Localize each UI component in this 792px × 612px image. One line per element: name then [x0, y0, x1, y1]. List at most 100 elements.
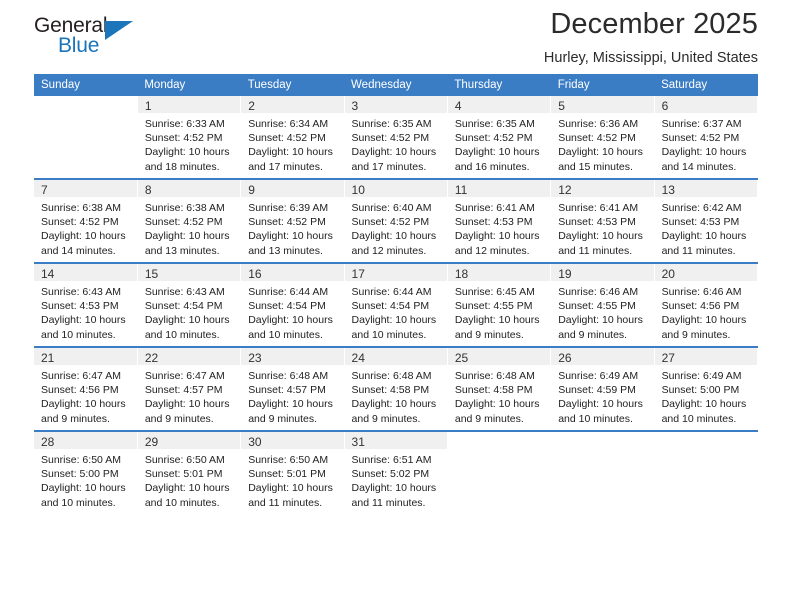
day-details: Sunrise: 6:41 AM Sunset: 4:53 PM Daylight:…: [551, 197, 653, 258]
daylight-text-line2: and 9 minutes.: [248, 412, 318, 425]
day-number: 17: [351, 267, 365, 281]
calendar-day-cell[interactable]: 29 Sunrise: 6:50 AM Sunset: 5:01 PM Dayligh…: [137, 430, 242, 514]
day-number: 4: [454, 99, 462, 113]
day-number: 3: [351, 99, 359, 113]
calendar-day-cell[interactable]: 6 Sunrise: 6:37 AM Sunset: 4:52 PM Daylight…: [654, 96, 759, 179]
day-details: Sunrise: 6:48 AM Sunset: 4:57 PM Daylight:…: [241, 365, 343, 426]
sunset-text: Sunset: 4:58 PM: [351, 384, 430, 397]
daylight-text-line2: and 13 minutes.: [144, 244, 220, 257]
daylight-text-line1: Daylight: 10 hours: [41, 314, 126, 327]
calendar-day-cell[interactable]: 4 Sunrise: 6:35 AM Sunset: 4:52 PM Daylight…: [447, 96, 552, 179]
calendar-day-cell[interactable]: 28 Sunrise: 6:50 AM Sunset: 5:00 PM Dayligh…: [34, 430, 138, 514]
page-title: December 2025: [550, 8, 758, 40]
sunrise-text: Sunrise: 6:35 AM: [454, 118, 535, 130]
day-details: Sunrise: 6:35 AM Sunset: 4:52 PM Daylight:…: [448, 113, 550, 174]
calendar-day-cell[interactable]: 9 Sunrise: 6:39 AM Sunset: 4:52 PM Daylight…: [240, 178, 345, 263]
calendar-day-cell[interactable]: 10 Sunrise: 6:40 AM Sunset: 4:52 PM Dayligh…: [344, 178, 448, 263]
daylight-text-line1: Daylight: 10 hours: [351, 482, 437, 495]
day-number-band: 29: [137, 432, 241, 449]
sunset-text: Sunset: 5:00 PM: [41, 468, 119, 481]
calendar-day-cell[interactable]: 16 Sunrise: 6:44 AM Sunset: 4:54 PM Dayligh…: [240, 262, 345, 347]
calendar-day-cell[interactable]: 15 Sunrise: 6:43 AM Sunset: 4:54 PM Dayligh…: [137, 262, 242, 347]
sunrise-text: Sunrise: 6:48 AM: [248, 370, 329, 382]
daylight-text-line2: and 11 minutes.: [661, 244, 736, 257]
daylight-text-line2: and 18 minutes.: [144, 160, 220, 173]
calendar-day-cell[interactable]: 7 Sunrise: 6:38 AM Sunset: 4:52 PM Daylight…: [34, 178, 138, 263]
calendar-day-cell[interactable]: 12 Sunrise: 6:41 AM Sunset: 4:53 PM Dayligh…: [550, 178, 655, 263]
day-number: 14: [41, 267, 55, 281]
calendar-day-cell[interactable]: 3 Sunrise: 6:35 AM Sunset: 4:52 PM Daylight…: [344, 96, 448, 179]
day-number-band: 31: [344, 432, 447, 449]
sunset-text: Sunset: 4:57 PM: [144, 384, 223, 397]
calendar-day-cell[interactable]: 19 Sunrise: 6:46 AM Sunset: 4:55 PM Dayligh…: [550, 262, 655, 347]
day-details: Sunrise: 6:48 AM Sunset: 4:58 PM Daylight:…: [448, 365, 550, 426]
day-details: Sunrise: 6:51 AM Sunset: 5:02 PM Daylight:…: [345, 449, 447, 510]
sunrise-text: Sunrise: 6:40 AM: [351, 202, 432, 214]
calendar-day-cell[interactable]: 26 Sunrise: 6:49 AM Sunset: 4:59 PM Dayligh…: [550, 346, 655, 431]
calendar-day-cell[interactable]: 27 Sunrise: 6:49 AM Sunset: 5:00 PM Dayligh…: [654, 346, 759, 431]
calendar-day-cell[interactable]: 8 Sunrise: 6:38 AM Sunset: 4:52 PM Daylight…: [137, 178, 242, 263]
daylight-text-line2: and 15 minutes.: [558, 160, 633, 173]
daylight-text-line1: Daylight: 10 hours: [144, 482, 230, 495]
calendar-body: 1 Sunrise: 6:33 AM Sunset: 4:52 PM Daylight…: [34, 96, 759, 514]
calendar-day-cell[interactable]: 11 Sunrise: 6:41 AM Sunset: 4:53 PM Dayligh…: [447, 178, 552, 263]
calendar-day-cell[interactable]: 18 Sunrise: 6:45 AM Sunset: 4:55 PM Dayligh…: [447, 262, 552, 347]
calendar-day-cell[interactable]: 13 Sunrise: 6:42 AM Sunset: 4:53 PM Dayligh…: [654, 178, 759, 263]
daylight-text-line2: and 16 minutes.: [454, 160, 530, 173]
sunrise-text: Sunrise: 6:38 AM: [144, 202, 225, 214]
calendar-day-cell[interactable]: 17 Sunrise: 6:44 AM Sunset: 4:54 PM Dayligh…: [344, 262, 448, 347]
sunrise-text: Sunrise: 6:50 AM: [41, 454, 121, 466]
sunset-text: Sunset: 4:52 PM: [351, 132, 430, 145]
sunset-text: Sunset: 4:52 PM: [248, 216, 326, 229]
day-number-band: [34, 96, 137, 113]
daylight-text-line1: Daylight: 10 hours: [351, 146, 437, 159]
calendar-day-cell[interactable]: 1 Sunrise: 6:33 AM Sunset: 4:52 PM Daylight…: [137, 96, 242, 179]
logo-triangle-icon: [105, 21, 133, 40]
calendar-day-cell[interactable]: 25 Sunrise: 6:48 AM Sunset: 4:58 PM Dayligh…: [447, 346, 552, 431]
general-blue-logo[interactable]: General Blue: [34, 14, 154, 70]
day-details: Sunrise: 6:36 AM Sunset: 4:52 PM Daylight:…: [551, 113, 653, 174]
daylight-text-line2: and 14 minutes.: [661, 160, 737, 173]
sunset-text: Sunset: 4:54 PM: [248, 300, 326, 313]
day-number-band: [447, 432, 551, 449]
calendar-day-cell[interactable]: 5 Sunrise: 6:36 AM Sunset: 4:52 PM Daylight…: [550, 96, 655, 179]
daylight-text-line1: Daylight: 10 hours: [41, 230, 126, 243]
day-number-band: 26: [551, 348, 654, 365]
title-block: December 2025 Hurley, Mississippi, Unite…: [154, 6, 758, 68]
calendar-day-cell[interactable]: 14 Sunrise: 6:43 AM Sunset: 4:53 PM Dayligh…: [34, 262, 138, 347]
calendar-day-cell[interactable]: 24 Sunrise: 6:48 AM Sunset: 4:58 PM Dayligh…: [344, 346, 448, 431]
sunset-text: Sunset: 4:52 PM: [454, 132, 533, 145]
day-number: 5: [558, 99, 565, 113]
day-number-band: 8: [137, 180, 241, 197]
sunset-text: Sunset: 4:56 PM: [41, 384, 119, 397]
daylight-text-line2: and 10 minutes.: [351, 328, 427, 341]
weekday-header-row: Sunday Monday Tuesday Wednesday Thursday…: [34, 74, 758, 96]
weekday-header-thursday: Thursday: [447, 74, 551, 96]
calendar-day-cell[interactable]: 23 Sunrise: 6:48 AM Sunset: 4:57 PM Dayligh…: [240, 346, 345, 431]
calendar-day-cell[interactable]: 31 Sunrise: 6:51 AM Sunset: 5:02 PM Dayligh…: [344, 430, 448, 514]
day-number-band: [654, 432, 757, 449]
weekday-header-monday: Monday: [137, 74, 241, 96]
day-details: Sunrise: 6:46 AM Sunset: 4:56 PM Daylight:…: [655, 281, 757, 342]
calendar-day-cell[interactable]: 2 Sunrise: 6:34 AM Sunset: 4:52 PM Daylight…: [240, 96, 345, 179]
day-number-band: 2: [241, 96, 344, 113]
day-details: [551, 449, 653, 453]
daylight-text-line1: Daylight: 10 hours: [144, 314, 230, 327]
daylight-text-line2: and 10 minutes.: [661, 412, 737, 425]
calendar-day-cell[interactable]: 21 Sunrise: 6:47 AM Sunset: 4:56 PM Dayligh…: [34, 346, 138, 431]
calendar-day-cell[interactable]: 22 Sunrise: 6:47 AM Sunset: 4:57 PM Dayligh…: [137, 346, 242, 431]
day-number: 2: [248, 99, 255, 113]
calendar-day-cell[interactable]: 20 Sunrise: 6:46 AM Sunset: 4:56 PM Dayligh…: [654, 262, 759, 347]
daylight-text-line2: and 11 minutes.: [351, 496, 426, 509]
calendar-week-row: 7 Sunrise: 6:38 AM Sunset: 4:52 PM Daylight…: [34, 178, 759, 263]
sunset-text: Sunset: 5:00 PM: [661, 384, 740, 397]
sunset-text: Sunset: 4:53 PM: [558, 216, 636, 229]
day-number: 9: [248, 183, 255, 197]
daylight-text-line1: Daylight: 10 hours: [248, 230, 333, 243]
day-number-band: 1: [137, 96, 241, 113]
daylight-text-line2: and 17 minutes.: [351, 160, 427, 173]
calendar-day-cell[interactable]: 30 Sunrise: 6:50 AM Sunset: 5:01 PM Dayligh…: [240, 430, 345, 514]
day-details: Sunrise: 6:35 AM Sunset: 4:52 PM Daylight:…: [345, 113, 447, 174]
daylight-text-line2: and 11 minutes.: [558, 244, 633, 257]
day-number-band: 15: [137, 264, 241, 281]
